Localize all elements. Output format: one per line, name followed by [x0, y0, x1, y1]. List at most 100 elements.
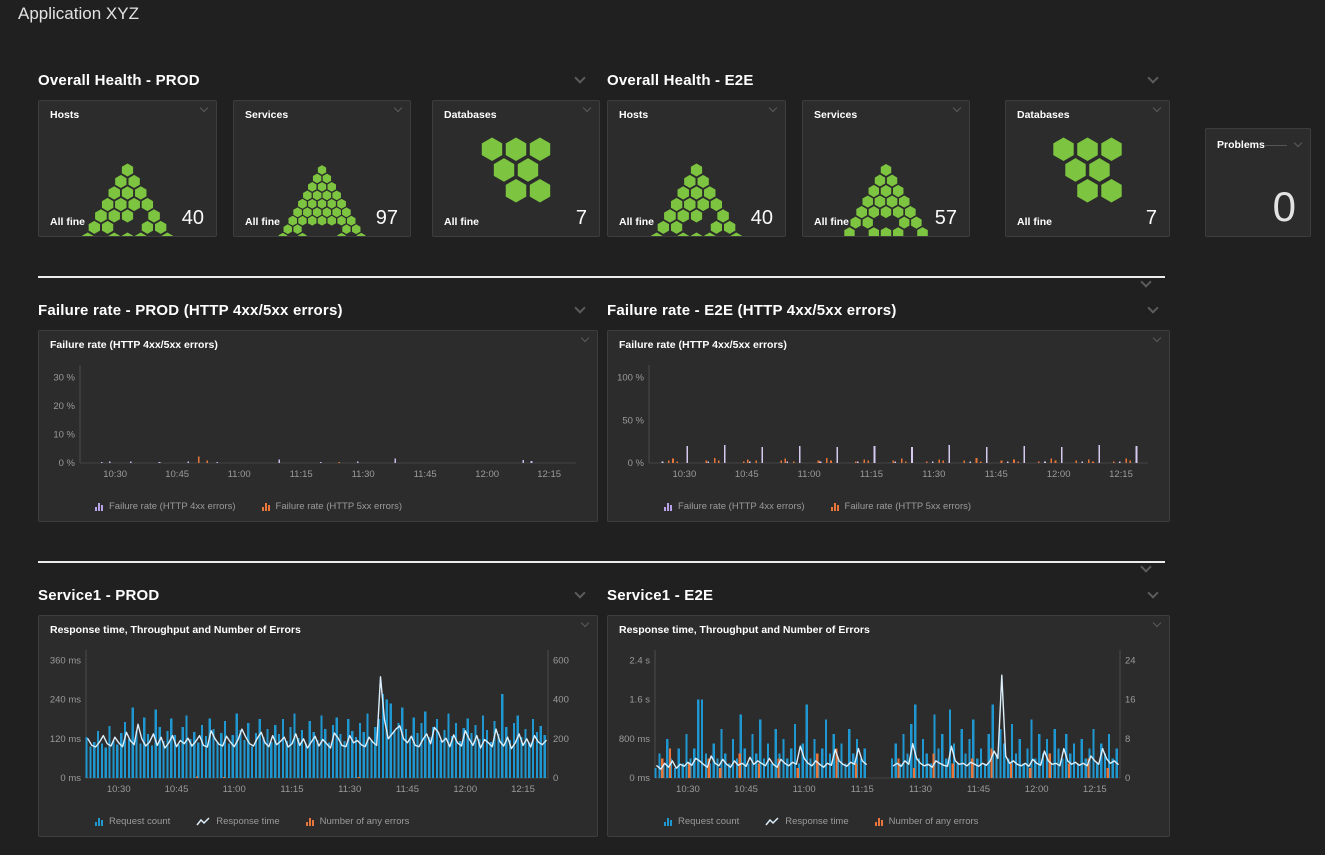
- section-header-service-e2e: Service1 - E2E: [607, 585, 1157, 605]
- svg-text:11:00: 11:00: [793, 784, 816, 795]
- tile-label: Hosts: [50, 109, 79, 121]
- section-header-health-prod: Overall Health - PROD: [38, 70, 584, 90]
- chart-legend: Failure rate (HTTP 4xx errors) Failure ra…: [95, 501, 402, 512]
- svg-text:10:45: 10:45: [165, 784, 189, 795]
- svg-text:10:45: 10:45: [165, 469, 189, 480]
- failure-rate-prod-chart-tile[interactable]: Failure rate (HTTP 4xx/5xx errors) 30 %2…: [38, 330, 598, 522]
- axes: 30 %20 %10 %0 %10:3010:4511:0011:1511:30…: [53, 365, 576, 480]
- health-tile-databases-e2e[interactable]: Databases All fine7: [1005, 100, 1170, 237]
- chevron-down-icon[interactable]: [574, 587, 585, 598]
- section-title-failure-prod: Failure rate - PROD (HTTP 4xx/5xx errors…: [38, 302, 343, 319]
- svg-text:0 ms: 0 ms: [629, 773, 650, 784]
- health-tile-services-e2e[interactable]: Services All fine57: [802, 100, 970, 237]
- chevron-down-icon[interactable]: [1140, 561, 1151, 572]
- failure-rate-prod-chart[interactable]: 30 %20 %10 %0 %10:3010:4511:0011:1511:30…: [39, 357, 597, 489]
- service1-e2e-chart-tile[interactable]: Response time, Throughput and Number of …: [607, 615, 1170, 837]
- tile-label: Services: [245, 109, 288, 121]
- svg-text:8: 8: [1125, 734, 1130, 745]
- tile-label: Problems: [1217, 139, 1265, 151]
- series-failure-rate-http-5xx-errors-: [198, 457, 340, 463]
- chevron-down-icon[interactable]: [1153, 619, 1161, 627]
- service1-prod-chart[interactable]: 360 ms240 ms120 ms0 ms600400200010:3010:…: [39, 642, 597, 804]
- section-title-service-e2e: Service1 - E2E: [607, 587, 713, 604]
- chart-legend: Failure rate (HTTP 4xx errors) Failure ra…: [664, 501, 971, 512]
- health-tile-databases-prod[interactable]: Databases All fine7: [432, 100, 600, 237]
- tile-label: Hosts: [619, 109, 648, 121]
- section-header-failure-e2e: Failure rate - E2E (HTTP 4xx/5xx errors): [607, 300, 1157, 320]
- legend-label: Request count: [109, 816, 170, 827]
- svg-text:0: 0: [1125, 773, 1130, 784]
- svg-text:0 %: 0 %: [59, 458, 76, 469]
- chart-legend: Request count Response time Number of any …: [664, 816, 978, 827]
- axes: 100 %50 %0 %10:3010:4511:0011:1511:3011:…: [617, 365, 1148, 480]
- legend-label: Number of any errors: [889, 816, 979, 827]
- legend-item-request-count[interactable]: Request count: [95, 816, 170, 827]
- problems-tile[interactable]: Problems 0: [1205, 128, 1311, 237]
- svg-text:600: 600: [553, 655, 569, 666]
- chevron-down-icon[interactable]: [1294, 139, 1302, 147]
- svg-text:12:15: 12:15: [511, 784, 535, 795]
- chevron-down-icon[interactable]: [1147, 302, 1158, 313]
- label-underline-decoration: [1265, 145, 1287, 146]
- legend-item-response-time[interactable]: Response time: [196, 816, 279, 827]
- svg-text:200: 200: [553, 734, 569, 745]
- entity-count: 7: [1146, 208, 1157, 228]
- bar-chart-icon: [306, 818, 314, 826]
- entity-count: 40: [182, 208, 204, 228]
- legend-item-failure-rate-http-5xx-errors-[interactable]: Failure rate (HTTP 5xx errors): [831, 501, 972, 512]
- svg-text:30 %: 30 %: [53, 373, 75, 384]
- svg-text:1.6 s: 1.6 s: [629, 695, 650, 706]
- svg-text:12:00: 12:00: [475, 469, 499, 480]
- chevron-down-icon[interactable]: [1153, 334, 1161, 342]
- section-title-health-prod: Overall Health - PROD: [38, 72, 200, 89]
- service1-prod-chart-tile[interactable]: Response time, Throughput and Number of …: [38, 615, 598, 837]
- chevron-down-icon[interactable]: [574, 72, 585, 83]
- entity-count: 40: [751, 208, 773, 228]
- svg-text:10:30: 10:30: [103, 469, 127, 480]
- svg-text:12:15: 12:15: [1109, 469, 1133, 480]
- chevron-down-icon[interactable]: [1147, 72, 1158, 83]
- health-tile-hosts-e2e[interactable]: Hosts All fine40: [607, 100, 786, 237]
- chevron-down-icon[interactable]: [581, 619, 589, 627]
- svg-text:11:30: 11:30: [352, 469, 375, 480]
- svg-text:11:45: 11:45: [967, 784, 990, 795]
- section-title-service-prod: Service1 - PROD: [38, 587, 159, 604]
- service1-e2e-chart[interactable]: 2.4 s1.6 s800 ms0 ms24168010:3010:4511:0…: [608, 642, 1169, 804]
- health-tile-services-prod[interactable]: Services All fine97: [233, 100, 411, 237]
- entity-count: 7: [576, 208, 587, 228]
- svg-text:11:45: 11:45: [396, 784, 419, 795]
- chart-title: Failure rate (HTTP 4xx/5xx errors): [50, 339, 218, 351]
- section-title-failure-e2e: Failure rate - E2E (HTTP 4xx/5xx errors): [607, 302, 897, 319]
- bar-chart-icon: [262, 503, 270, 511]
- section-header-health-e2e: Overall Health - E2E: [607, 70, 1157, 90]
- bar-chart-icon: [875, 818, 883, 826]
- svg-text:24: 24: [1125, 656, 1136, 667]
- legend-item-request-count[interactable]: Request count: [664, 816, 739, 827]
- legend-item-failure-rate-http-4xx-errors-[interactable]: Failure rate (HTTP 4xx errors): [95, 501, 236, 512]
- svg-text:10:30: 10:30: [672, 469, 696, 480]
- svg-text:11:15: 11:15: [851, 784, 874, 795]
- chevron-down-icon[interactable]: [581, 334, 589, 342]
- failure-rate-e2e-chart-tile[interactable]: Failure rate (HTTP 4xx/5xx errors) 100 %…: [607, 330, 1170, 522]
- legend-item-response-time[interactable]: Response time: [765, 816, 848, 827]
- chevron-down-icon[interactable]: [574, 302, 585, 313]
- failure-rate-e2e-chart[interactable]: 100 %50 %0 %10:3010:4511:0011:1511:3011:…: [608, 357, 1169, 489]
- chart-title: Response time, Throughput and Number of …: [619, 624, 870, 636]
- legend-label: Failure rate (HTTP 5xx errors): [276, 501, 403, 512]
- bar-chart-icon: [831, 503, 839, 511]
- status-text: All fine: [814, 216, 849, 228]
- hexagon-cluster: [1053, 137, 1121, 202]
- legend-item-number-of-any-errors[interactable]: Number of any errors: [306, 816, 410, 827]
- legend-item-number-of-any-errors[interactable]: Number of any errors: [875, 816, 979, 827]
- chevron-down-icon[interactable]: [1147, 587, 1158, 598]
- chevron-down-icon[interactable]: [1140, 276, 1151, 287]
- svg-text:50 %: 50 %: [622, 415, 644, 426]
- svg-text:11:30: 11:30: [338, 784, 361, 795]
- legend-item-failure-rate-http-4xx-errors-[interactable]: Failure rate (HTTP 4xx errors): [664, 501, 805, 512]
- svg-text:0 ms: 0 ms: [60, 773, 81, 784]
- health-tile-hosts-prod[interactable]: Hosts All fine40: [38, 100, 217, 237]
- legend-label: Failure rate (HTTP 4xx errors): [109, 501, 236, 512]
- legend-label: Failure rate (HTTP 4xx errors): [678, 501, 805, 512]
- svg-text:12:15: 12:15: [1083, 784, 1107, 795]
- legend-item-failure-rate-http-5xx-errors-[interactable]: Failure rate (HTTP 5xx errors): [262, 501, 403, 512]
